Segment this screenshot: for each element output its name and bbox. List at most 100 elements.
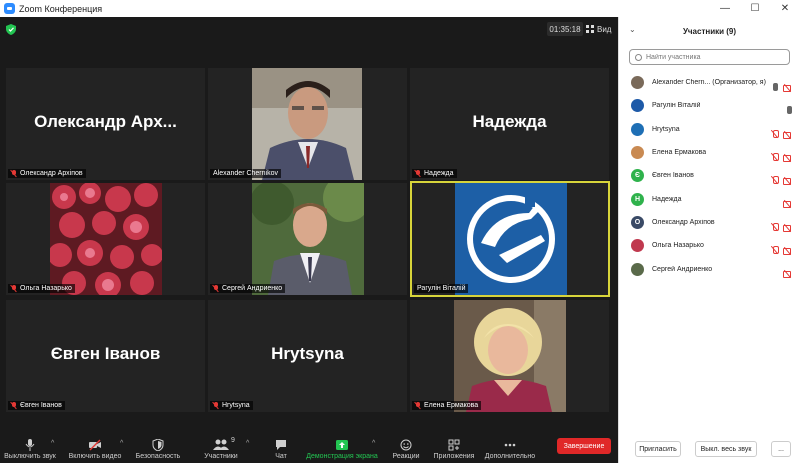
video-off-icon[interactable] <box>783 194 792 212</box>
start-video-button[interactable]: Включить видео <box>68 434 122 463</box>
video-off-icon[interactable] <box>783 125 792 143</box>
video-off-icon[interactable] <box>783 218 792 236</box>
video-off-icon[interactable] <box>783 148 792 166</box>
video-tile[interactable]: Надежда Надежда <box>410 68 609 180</box>
participant-row[interactable]: Alexander Chern... (Организатор, я) <box>619 71 800 94</box>
microphone-icon <box>25 439 35 451</box>
mic-muted-icon[interactable] <box>771 218 779 236</box>
video-tile[interactable]: Hrytsyna Hrytsyna <box>208 300 407 412</box>
video-tile[interactable]: Євген Іванов Євген Іванов <box>6 300 205 412</box>
shield-icon <box>152 439 164 451</box>
avatar <box>631 239 644 253</box>
participant-name: Надежда <box>652 195 682 203</box>
share-options-caret[interactable]: ^ <box>372 440 375 447</box>
participant-photo <box>50 183 162 295</box>
mic-muted-icon[interactable] <box>771 241 779 259</box>
mic-muted-icon[interactable] <box>771 148 779 166</box>
maximize-icon[interactable]: ☐ <box>740 0 770 17</box>
video-tile-active-speaker[interactable]: Рагулін Віталій <box>410 181 610 297</box>
participants-options-caret[interactable]: ^ <box>246 440 249 447</box>
participant-search-box[interactable] <box>629 49 790 65</box>
mic-muted-icon[interactable] <box>771 125 779 143</box>
mute-all-button[interactable]: Выкл. весь звук <box>695 441 757 457</box>
participant-name: Hrytsyna <box>652 125 680 133</box>
reactions-icon <box>400 439 412 451</box>
participants-panel: ⌄ Участники (9) Alexander Chern... (Орга… <box>618 17 800 463</box>
window-controls: — ☐ ✕ <box>710 0 800 17</box>
close-icon[interactable]: ✕ <box>770 0 800 17</box>
avatar <box>631 99 644 113</box>
tile-display-name: Надежда <box>472 112 547 131</box>
participant-photo <box>252 68 362 180</box>
participant-row[interactable]: О Олександр Архіпов <box>619 211 800 234</box>
participant-logo <box>455 183 567 295</box>
video-off-icon[interactable] <box>783 264 792 282</box>
more-icon <box>504 443 516 447</box>
tile-display-name: Hrytsyna <box>271 344 344 363</box>
tile-name-tag: Надежда <box>412 169 457 178</box>
participant-name: Євген Іванов <box>652 172 694 180</box>
mic-muted-icon <box>415 170 421 177</box>
end-meeting-button[interactable]: Завершение <box>557 438 611 454</box>
zoom-app-icon <box>4 3 15 14</box>
video-tile[interactable]: Олександр Арх... Олександр Архіпов <box>6 68 205 180</box>
participants-button[interactable]: Участники <box>200 434 242 463</box>
participant-name: Сергей Андриенко <box>652 265 713 273</box>
participant-photo <box>252 183 364 295</box>
apps-button[interactable]: Приложения <box>432 434 476 463</box>
microphone-icon[interactable] <box>787 101 792 119</box>
share-screen-icon <box>336 440 348 450</box>
tile-display-name: Олександр Арх... <box>34 112 177 131</box>
participant-search-input[interactable] <box>646 53 776 61</box>
mute-options-caret[interactable]: ^ <box>51 440 54 447</box>
video-off-icon[interactable] <box>783 241 792 259</box>
video-tile[interactable]: Сергей Андриенко <box>208 183 407 295</box>
meeting-toolbar: Выключить звук ^ Включить видео ^ Безопа… <box>0 434 618 463</box>
minimize-icon[interactable]: — <box>710 0 740 17</box>
mic-muted-icon[interactable] <box>771 171 779 189</box>
video-tile[interactable]: Елена Ермакова <box>410 300 609 412</box>
participant-row[interactable]: Hrytsyna <box>619 118 800 141</box>
participant-row[interactable]: Ольга Назарько <box>619 234 800 257</box>
video-gallery: 01:35:18 Вид Олександр Арх... Олександр … <box>0 17 618 434</box>
avatar <box>631 262 644 276</box>
video-options-caret[interactable]: ^ <box>120 440 123 447</box>
video-off-icon[interactable] <box>783 78 792 96</box>
participant-name: Елена Ермакова <box>652 149 707 157</box>
share-screen-button[interactable]: Демонстрация экрана <box>306 434 378 463</box>
more-options-button[interactable]: ... <box>771 441 791 457</box>
participant-row[interactable]: Н Надежда <box>619 187 800 210</box>
chat-button[interactable]: Чат <box>266 434 296 463</box>
security-button[interactable]: Безопасность <box>136 434 180 463</box>
avatar: Є <box>631 169 644 183</box>
microphone-icon[interactable] <box>773 78 778 96</box>
participant-row[interactable]: Сергей Андриенко <box>619 257 800 280</box>
panel-footer: Пригласить Выкл. весь звук ... <box>619 435 800 463</box>
mic-muted-icon <box>11 402 17 409</box>
view-button[interactable]: Вид <box>586 22 611 36</box>
tile-name-tag: Ольга Назарько <box>8 284 75 293</box>
avatar <box>631 76 644 90</box>
participant-row[interactable]: Рагулін Віталій <box>619 94 800 117</box>
shield-icon[interactable] <box>6 24 16 35</box>
search-icon <box>635 53 642 61</box>
participants-icon <box>213 439 229 450</box>
mic-muted-icon <box>11 170 17 177</box>
more-button[interactable]: Дополнительно <box>482 434 538 463</box>
participant-row[interactable]: Елена Ермакова <box>619 141 800 164</box>
participant-row[interactable]: Є Євген Іванов <box>619 164 800 187</box>
video-off-icon[interactable] <box>783 171 792 189</box>
mute-button[interactable]: Выключить звук <box>4 434 56 463</box>
view-label: Вид <box>597 24 612 34</box>
reactions-button[interactable]: Реакции <box>388 434 424 463</box>
apps-icon <box>448 439 460 451</box>
panel-title: Участники (9) <box>682 26 737 36</box>
grid-icon <box>586 25 594 33</box>
video-off-icon <box>89 439 101 451</box>
chat-icon <box>276 440 286 450</box>
invite-button[interactable]: Пригласить <box>635 441 681 457</box>
video-tile[interactable]: Alexander Chernikov <box>208 68 407 180</box>
video-tile[interactable]: Ольга Назарько <box>6 183 205 295</box>
tile-display-name: Євген Іванов <box>50 344 161 363</box>
window-title: Zoom Конференция <box>19 3 103 14</box>
